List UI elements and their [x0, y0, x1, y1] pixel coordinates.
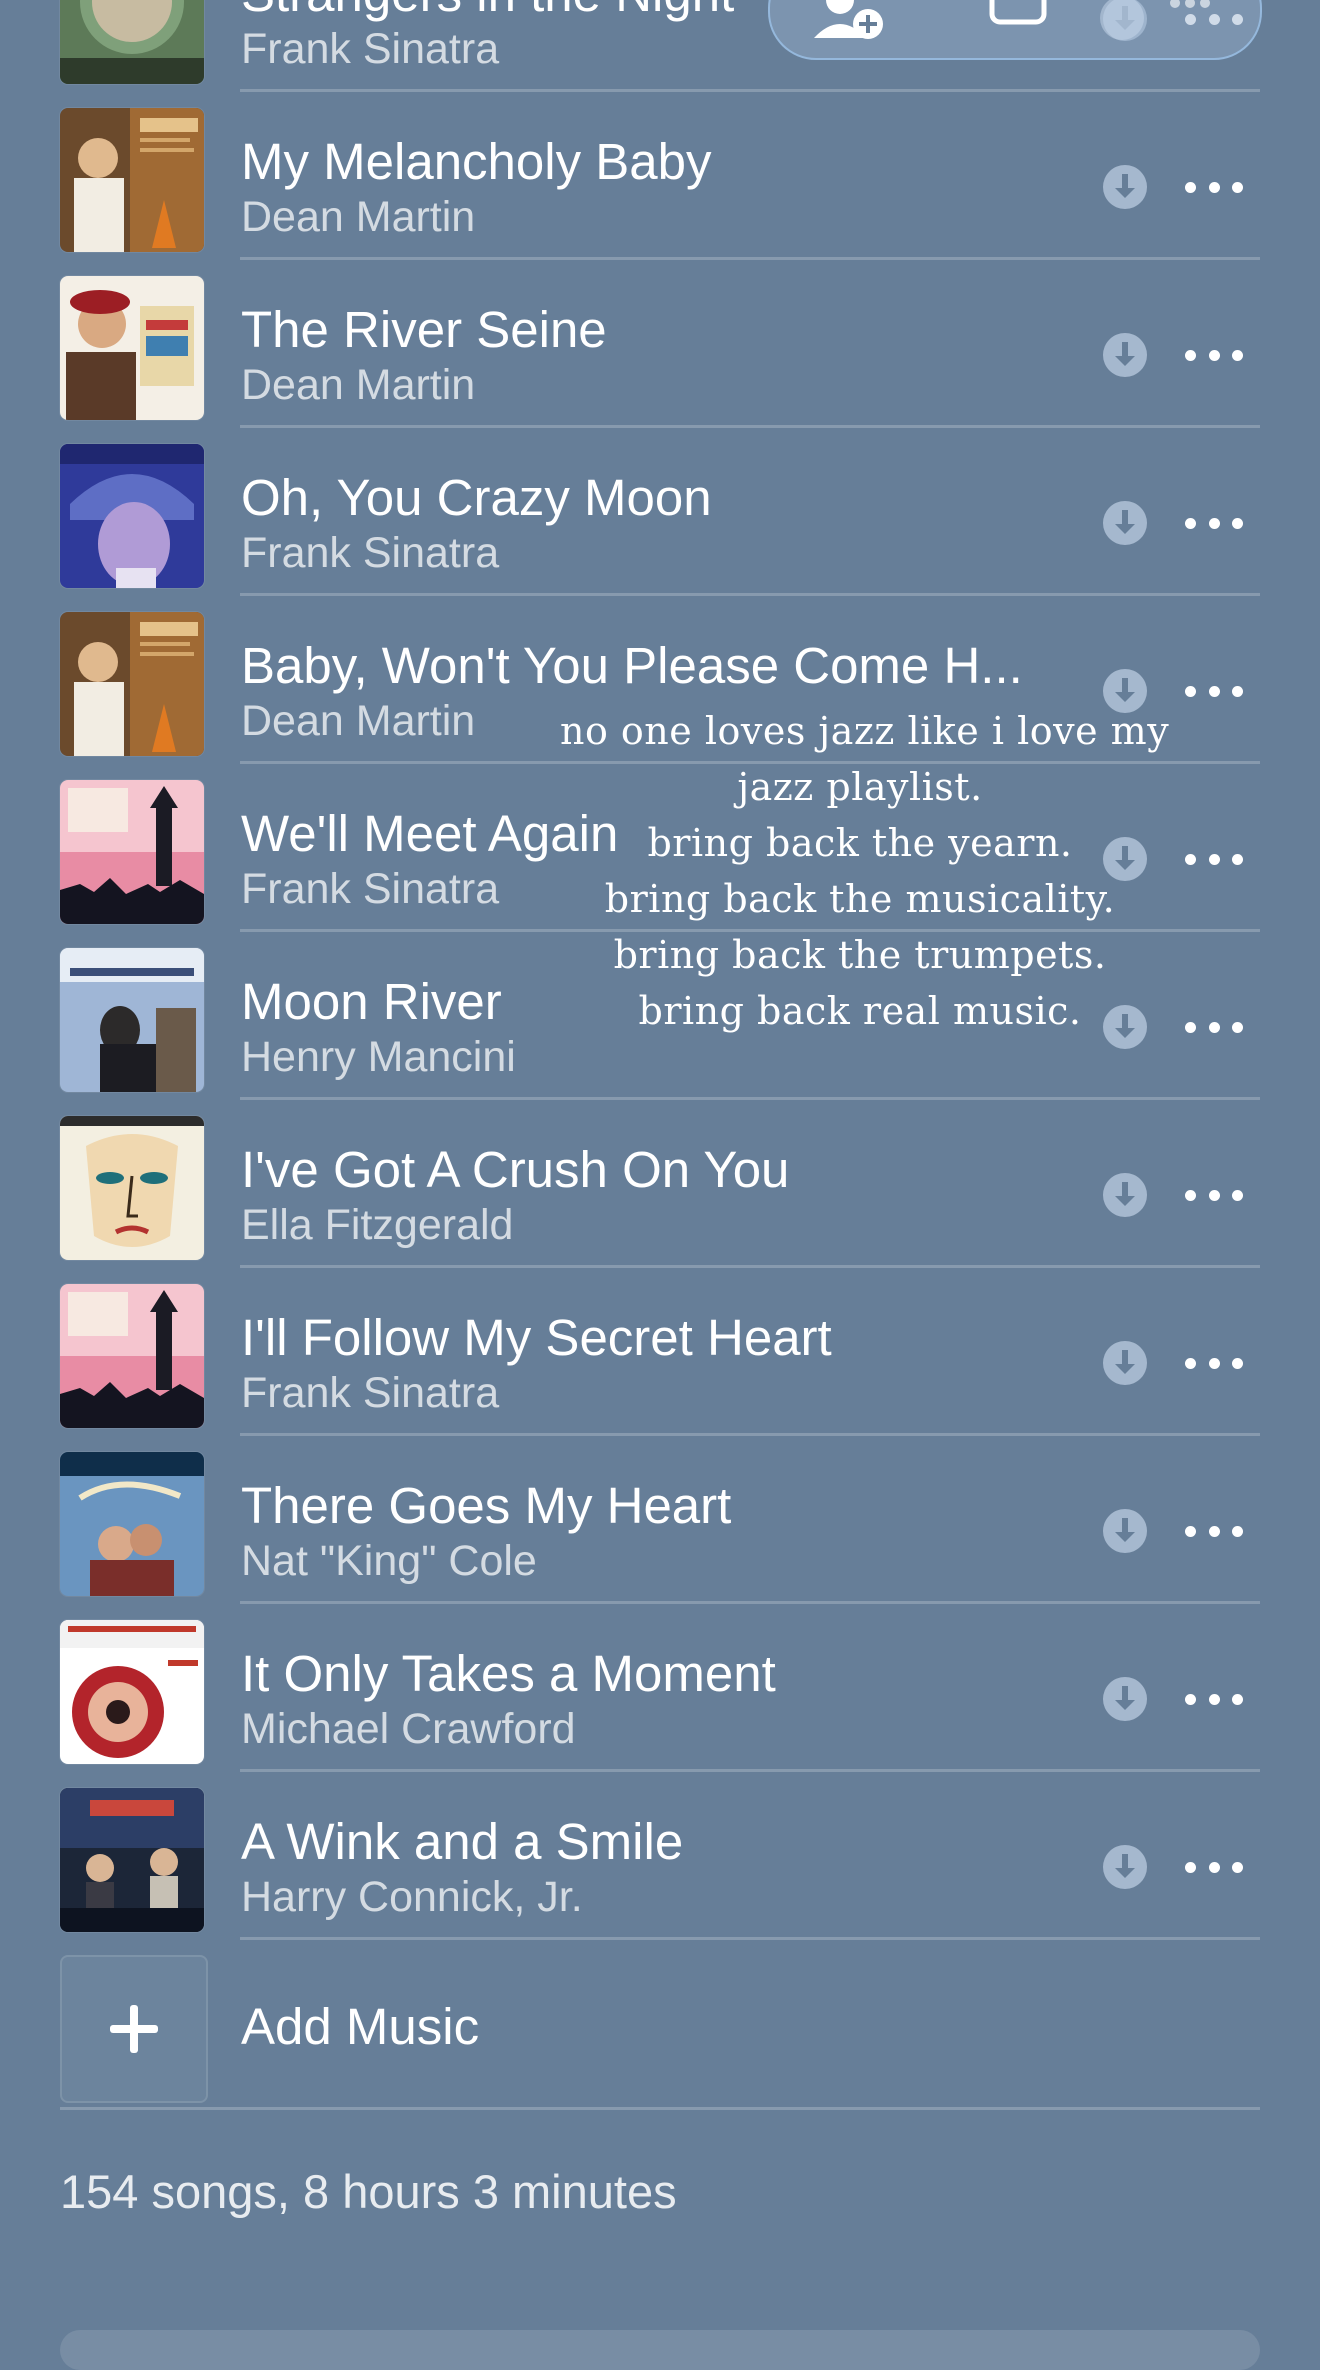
download-icon[interactable]: [1103, 1509, 1147, 1553]
song-row[interactable]: Oh, You Crazy Moon Frank Sinatra: [0, 428, 1320, 596]
more-icon[interactable]: [1185, 1343, 1243, 1383]
more-icon[interactable]: [1170, 0, 1210, 8]
caption-line: bring back real music.: [638, 989, 1082, 1033]
song-artist: Frank Sinatra: [241, 25, 500, 73]
song-artist: Henry Mancini: [241, 1033, 516, 1081]
song-title: The River Seine: [241, 301, 607, 358]
download-icon[interactable]: [1103, 1845, 1147, 1889]
song-artist: Ella Fitzgerald: [241, 1201, 514, 1249]
song-title: I'll Follow My Secret Heart: [241, 1309, 832, 1366]
caption-line: bring back the yearn.: [647, 821, 1073, 865]
album-art: [60, 276, 204, 420]
more-icon[interactable]: [1185, 1679, 1243, 1719]
album-art: [60, 1452, 204, 1596]
song-title: Strangers in the Night: [241, 0, 734, 24]
add-music-button[interactable]: [60, 1955, 208, 2103]
caption-line: bring back the trumpets.: [613, 933, 1107, 977]
more-icon[interactable]: [1185, 1511, 1243, 1551]
playlist-summary: 154 songs, 8 hours 3 minutes: [60, 2165, 677, 2218]
song-row[interactable]: It Only Takes a Moment Michael Crawford: [0, 1604, 1320, 1772]
more-icon[interactable]: [1185, 671, 1243, 711]
more-icon[interactable]: [1185, 1175, 1243, 1215]
song-title: Moon River: [241, 973, 502, 1030]
more-icon[interactable]: [1185, 167, 1243, 207]
plus-icon: [110, 2005, 158, 2053]
song-title: My Melancholy Baby: [241, 133, 712, 190]
download-icon[interactable]: [1103, 501, 1147, 545]
add-music-row[interactable]: Add Music: [0, 1942, 1320, 2110]
download-icon[interactable]: [1100, 0, 1144, 40]
more-icon[interactable]: [1185, 335, 1243, 375]
song-artist: Michael Crawford: [241, 1705, 576, 1753]
song-row[interactable]: I'll Follow My Secret Heart Frank Sinatra: [0, 1268, 1320, 1436]
song-artist: Frank Sinatra: [241, 1369, 500, 1417]
more-icon[interactable]: [1185, 503, 1243, 543]
add-music-label: Add Music: [241, 1998, 480, 2055]
song-artist: Dean Martin: [241, 361, 476, 409]
song-artist: Frank Sinatra: [241, 529, 500, 577]
caption-line: no one loves jazz like i love my: [560, 709, 1170, 753]
song-title: There Goes My Heart: [241, 1477, 732, 1534]
song-title: I've Got A Crush On You: [241, 1141, 790, 1198]
mini-player[interactable]: [60, 2330, 1260, 2370]
download-icon[interactable]: [1103, 333, 1147, 377]
caption-line: bring back the musicality.: [604, 877, 1116, 921]
song-row[interactable]: My Melancholy Baby Dean Martin: [0, 92, 1320, 260]
song-title: Baby, Won't You Please Come H...: [241, 637, 1023, 694]
song-artist: Dean Martin: [241, 193, 476, 241]
album-art: [60, 1788, 204, 1932]
song-artist: Harry Connick, Jr.: [241, 1873, 583, 1921]
album-art: [60, 948, 204, 1092]
song-row[interactable]: There Goes My Heart Nat "King" Cole: [0, 1436, 1320, 1604]
song-title: It Only Takes a Moment: [241, 1645, 776, 1702]
song-row[interactable]: I've Got A Crush On You Ella Fitzgerald: [0, 1100, 1320, 1268]
more-icon[interactable]: [1185, 1007, 1243, 1047]
album-art: [60, 1116, 204, 1260]
more-icon[interactable]: [1185, 1847, 1243, 1887]
download-icon[interactable]: [1103, 165, 1147, 209]
album-art: [60, 0, 204, 84]
album-art: [60, 612, 204, 756]
song-title: A Wink and a Smile: [241, 1813, 684, 1870]
song-artist: Nat "King" Cole: [241, 1537, 537, 1585]
song-title: Oh, You Crazy Moon: [241, 469, 712, 526]
add-person-icon[interactable]: [810, 0, 890, 42]
album-art: [60, 1284, 204, 1428]
album-art: [60, 444, 204, 588]
song-row[interactable]: A Wink and a Smile Harry Connick, Jr.: [0, 1772, 1320, 1940]
download-icon[interactable]: [1103, 1341, 1147, 1385]
caption-overlay: no one loves jazz like i love my jazz pl…: [560, 703, 1170, 1039]
album-art: [60, 780, 204, 924]
action-pill: [768, 0, 1262, 60]
song-row[interactable]: The River Seine Dean Martin: [0, 260, 1320, 428]
song-artist: Frank Sinatra: [241, 865, 500, 913]
caption-line: jazz playlist.: [737, 765, 983, 809]
more-icon[interactable]: [1185, 839, 1243, 879]
square-icon[interactable]: [988, 0, 1048, 26]
divider: [60, 2107, 1260, 2110]
divider: [240, 1937, 1260, 1940]
download-icon[interactable]: [1103, 1677, 1147, 1721]
download-icon[interactable]: [1103, 1173, 1147, 1217]
album-art: [60, 108, 204, 252]
album-art: [60, 1620, 204, 1764]
song-artist: Dean Martin: [241, 697, 476, 745]
